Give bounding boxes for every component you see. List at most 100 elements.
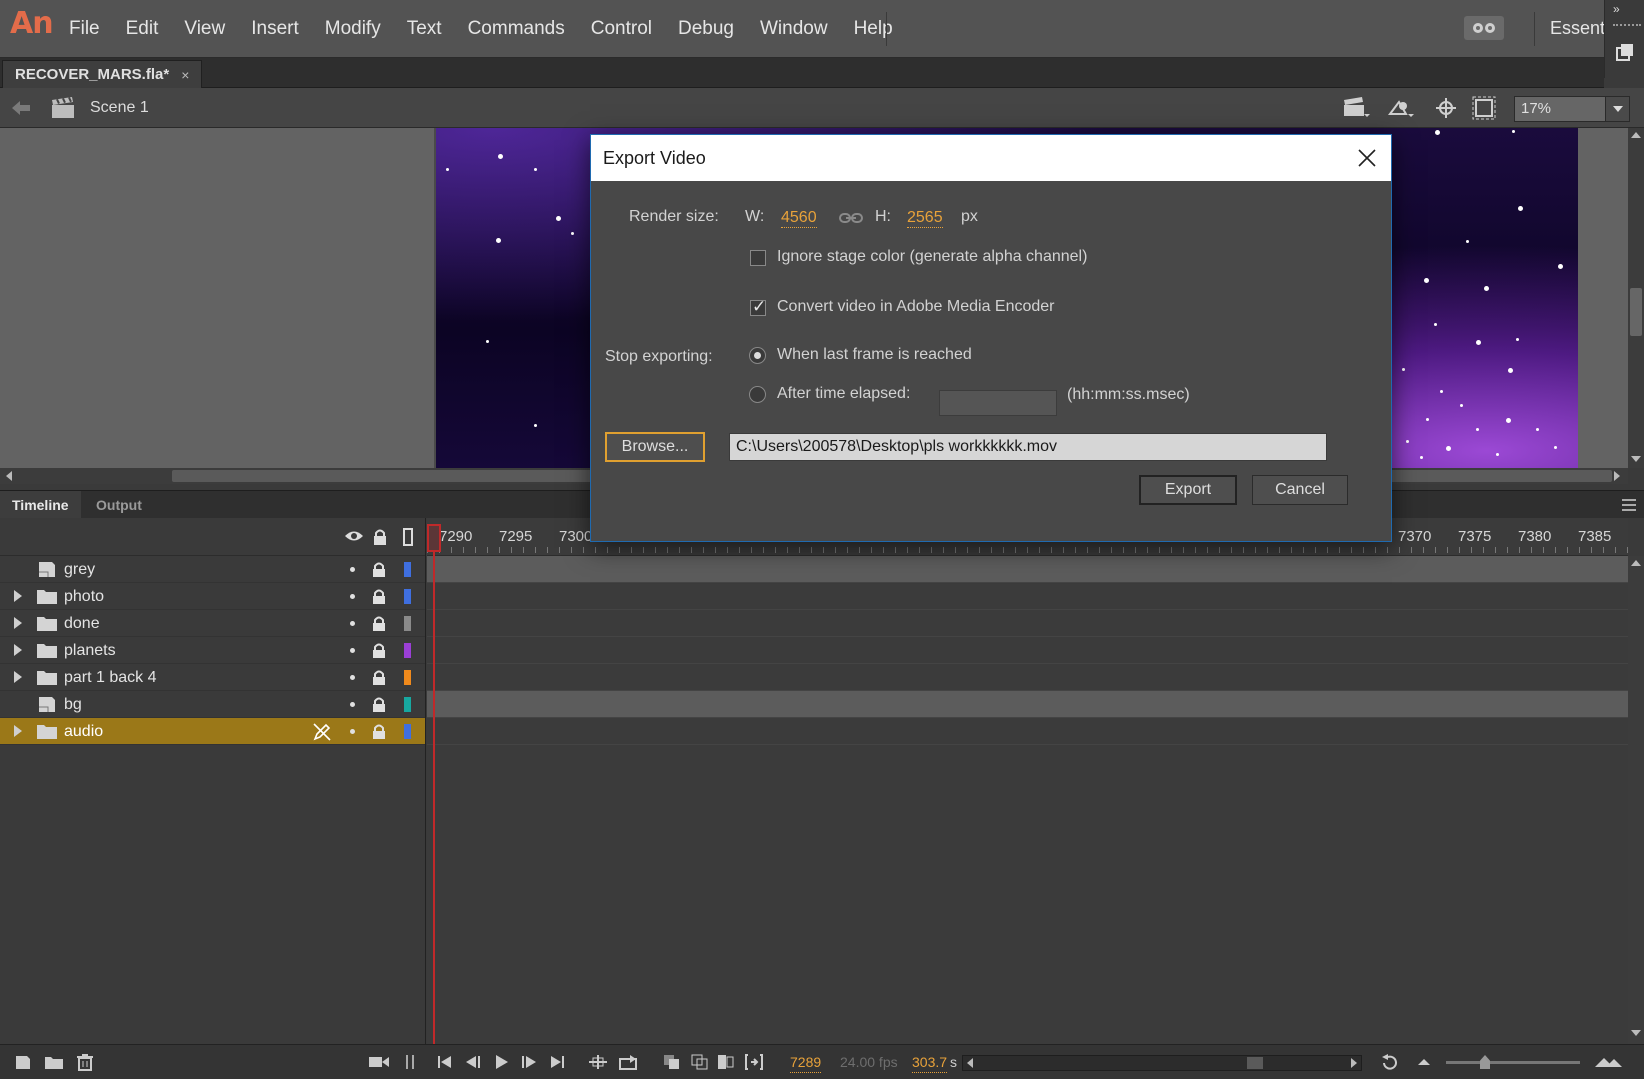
scroll-left-icon[interactable] — [967, 1058, 973, 1068]
layer-color-swatch[interactable] — [404, 670, 411, 685]
step-back-icon[interactable] — [464, 1053, 482, 1071]
layer-row[interactable]: part 1 back 4 — [0, 664, 425, 691]
outline-icon[interactable] — [403, 528, 413, 546]
timeline-vertical-scrollbar[interactable] — [1628, 556, 1644, 1044]
reset-zoom-icon[interactable] — [1380, 1053, 1400, 1071]
lock-icon[interactable] — [372, 528, 388, 546]
scrollbar-thumb[interactable] — [1630, 288, 1642, 336]
layer-color-swatch[interactable] — [404, 616, 411, 631]
step-forward-icon[interactable] — [520, 1053, 538, 1071]
layer-row[interactable]: grey — [0, 556, 425, 583]
layer-row[interactable]: audio — [0, 718, 425, 745]
menu-window[interactable]: Window — [747, 0, 841, 58]
lock-icon[interactable] — [372, 642, 386, 659]
layer-row[interactable]: done — [0, 610, 425, 637]
scroll-down-icon[interactable] — [1631, 1030, 1641, 1036]
visibility-toggle[interactable] — [350, 594, 355, 599]
output-path-input[interactable]: C:\Users\200578\Desktop\pls workkkkkk.mo… — [729, 433, 1327, 461]
lock-icon[interactable] — [372, 669, 386, 686]
back-arrow-icon[interactable] — [10, 98, 32, 118]
ignore-stage-color-checkbox[interactable] — [750, 250, 766, 266]
frames-panel[interactable]: 7290 7295 7300 7370 7375 7380 7385 — [427, 518, 1628, 1044]
visibility-toggle[interactable] — [350, 702, 355, 707]
slider-knob[interactable] — [1480, 1055, 1490, 1069]
scene-label[interactable]: Scene 1 — [90, 88, 149, 128]
menu-file[interactable]: File — [56, 0, 113, 58]
panel-menu-icon[interactable] — [1622, 499, 1636, 511]
sync-settings-button[interactable] — [1464, 16, 1504, 40]
time-elapsed-input[interactable] — [939, 390, 1057, 416]
expand-arrow-icon[interactable] — [14, 671, 22, 683]
lock-icon[interactable] — [372, 615, 386, 632]
new-folder-icon[interactable] — [44, 1053, 64, 1071]
layer-color-swatch[interactable] — [404, 589, 411, 604]
layer-name[interactable]: bg — [64, 691, 82, 718]
frame-rate-value[interactable]: 24.00 fps — [840, 1045, 898, 1079]
convert-video-checkbox[interactable] — [750, 297, 766, 317]
layer-name[interactable]: planets — [64, 637, 116, 664]
scroll-up-icon[interactable] — [1631, 560, 1641, 566]
visibility-toggle[interactable] — [350, 729, 355, 734]
frame-row[interactable] — [427, 556, 1628, 583]
menu-modify[interactable]: Modify — [312, 0, 394, 58]
menu-commands[interactable]: Commands — [455, 0, 578, 58]
frame-row[interactable] — [427, 691, 1628, 718]
visibility-toggle[interactable] — [350, 648, 355, 653]
frame-row[interactable] — [427, 610, 1628, 637]
stage-vertical-scrollbar[interactable] — [1628, 128, 1644, 468]
visibility-toggle[interactable] — [350, 567, 355, 572]
scroll-right-icon[interactable] — [1351, 1058, 1357, 1068]
new-layer-icon[interactable] — [14, 1053, 32, 1071]
convert-video-label[interactable]: Convert video in Adobe Media Encoder — [777, 298, 1055, 316]
menu-view[interactable]: View — [171, 0, 238, 58]
link-dimensions-icon[interactable] — [839, 211, 863, 225]
scroll-up-icon[interactable] — [1631, 132, 1641, 138]
panel-grip[interactable] — [1613, 24, 1641, 28]
layer-name[interactable]: grey — [64, 556, 95, 583]
current-frame-value[interactable]: 7289 — [790, 1052, 822, 1073]
modify-markers-icon[interactable] — [744, 1053, 764, 1071]
timeline-horizontal-scrollbar[interactable] — [962, 1055, 1362, 1071]
onion-skin-outlines-icon[interactable] — [690, 1053, 710, 1071]
center-frame-icon[interactable] — [588, 1053, 608, 1071]
scroll-right-icon[interactable] — [1614, 471, 1620, 481]
layer-row[interactable]: planets — [0, 637, 425, 664]
document-tab[interactable]: RECOVER_MARS.fla* × — [2, 60, 203, 88]
expand-arrow-icon[interactable] — [14, 644, 22, 656]
layer-row[interactable]: photo — [0, 583, 425, 610]
lock-icon[interactable] — [372, 723, 386, 740]
timeline-zoom-slider[interactable] — [1446, 1055, 1580, 1069]
loop-icon[interactable] — [618, 1053, 640, 1071]
edit-scene-icon[interactable] — [1342, 96, 1370, 120]
frame-row[interactable] — [427, 664, 1628, 691]
lock-icon[interactable] — [372, 561, 386, 578]
play-icon[interactable] — [492, 1053, 510, 1071]
expand-arrow-icon[interactable] — [14, 725, 22, 737]
layer-name[interactable]: audio — [64, 718, 103, 745]
zoom-select[interactable]: 17% — [1514, 96, 1630, 122]
trash-icon[interactable] — [76, 1053, 94, 1071]
frame-row[interactable] — [427, 583, 1628, 610]
layer-color-swatch[interactable] — [404, 697, 411, 712]
menu-edit[interactable]: Edit — [113, 0, 172, 58]
when-last-frame-label[interactable]: When last frame is reached — [777, 346, 972, 364]
zoom-in-timeline-icon[interactable] — [1594, 1053, 1624, 1071]
chevron-down-icon[interactable] — [1605, 97, 1629, 121]
elapsed-time-value[interactable]: 303.7 — [912, 1052, 948, 1073]
layer-color-swatch[interactable] — [404, 562, 411, 577]
camera-icon[interactable] — [368, 1053, 390, 1071]
expand-arrow-icon[interactable] — [14, 617, 22, 629]
width-value[interactable]: 4560 — [781, 209, 817, 228]
ignore-stage-color-label[interactable]: Ignore stage color (generate alpha chann… — [777, 248, 1087, 266]
frame-row[interactable] — [427, 637, 1628, 664]
library-icon[interactable] — [1615, 42, 1637, 64]
zoom-value[interactable]: 17% — [1515, 97, 1605, 121]
go-to-first-frame-icon[interactable] — [436, 1053, 454, 1071]
scrollbar-thumb[interactable] — [1247, 1057, 1263, 1069]
eye-icon[interactable] — [344, 528, 364, 544]
expand-arrow-icon[interactable] — [14, 590, 22, 602]
menu-insert[interactable]: Insert — [238, 0, 312, 58]
playhead-handle[interactable] — [427, 524, 441, 552]
visibility-toggle[interactable] — [350, 621, 355, 626]
close-tab-icon[interactable]: × — [181, 67, 189, 83]
